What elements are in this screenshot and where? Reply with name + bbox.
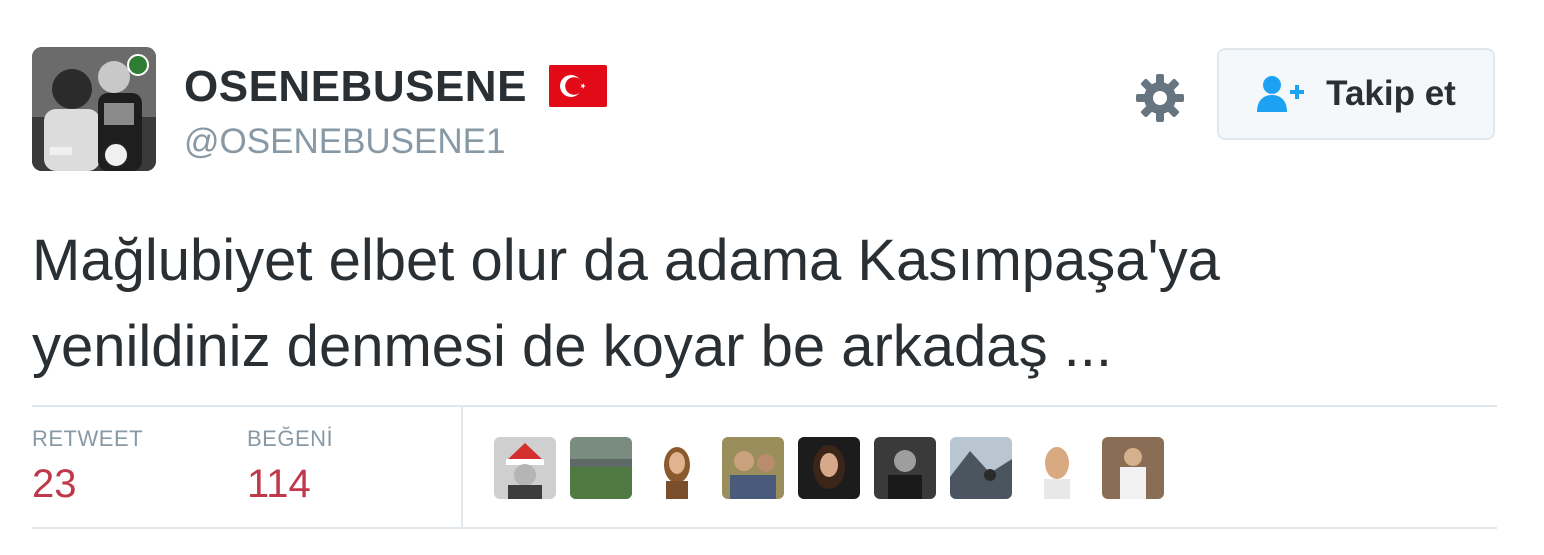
- liker-avatar[interactable]: [798, 437, 860, 499]
- stats-divider-top: [32, 405, 1497, 407]
- like-count[interactable]: 114: [247, 462, 311, 507]
- stats-divider-vertical: [461, 406, 463, 527]
- retweet-label[interactable]: RETWEET: [32, 426, 143, 452]
- liker-avatar[interactable]: [874, 437, 936, 499]
- display-name[interactable]: OSENEBUSENE: [184, 62, 527, 112]
- liker-avatar[interactable]: [722, 437, 784, 499]
- user-handle[interactable]: @OSENEBUSENE1: [184, 122, 505, 162]
- follow-button-label: Takip et: [1326, 74, 1456, 113]
- tweet-text-line-1: Mağlubiyet elbet olur da adama Kasımpaşa…: [32, 228, 1220, 293]
- liker-avatar[interactable]: [646, 437, 708, 499]
- liker-avatar[interactable]: [570, 437, 632, 499]
- retweet-count[interactable]: 23: [32, 462, 77, 507]
- liker-avatar[interactable]: [950, 437, 1012, 499]
- liker-avatar[interactable]: [1102, 437, 1164, 499]
- stats-divider-bottom: [32, 527, 1497, 529]
- liker-avatar[interactable]: [494, 437, 556, 499]
- liker-avatar[interactable]: [1026, 437, 1088, 499]
- flag-icon: [549, 65, 607, 107]
- tweet-text: Mağlubiyet elbet olur da adama Kasımpaşa…: [32, 218, 1522, 390]
- liker-avatars: [494, 437, 1164, 499]
- like-label[interactable]: BEĞENİ: [247, 426, 333, 452]
- tweet-text-line-2: yenildiniz denmesi de koyar be arkadaş .…: [32, 314, 1113, 379]
- follow-button[interactable]: Takip et: [1217, 48, 1495, 140]
- gear-icon[interactable]: [1134, 72, 1186, 124]
- follow-user-icon: [1256, 74, 1306, 114]
- avatar[interactable]: [32, 47, 156, 171]
